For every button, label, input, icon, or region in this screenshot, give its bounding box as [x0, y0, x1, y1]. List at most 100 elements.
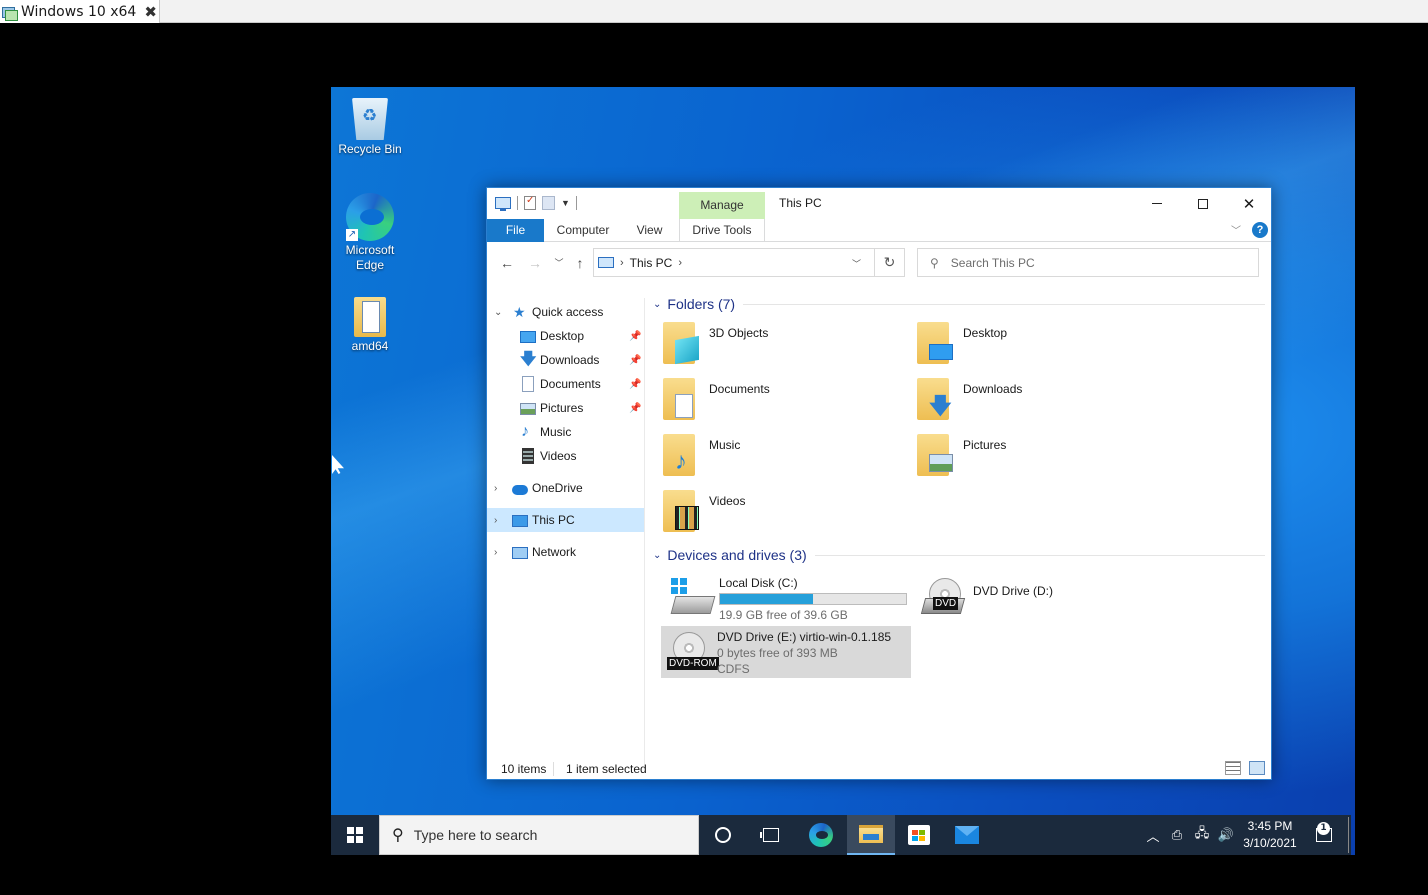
folder-label: Pictures: [963, 438, 1007, 452]
drive-tile-local-disk-c[interactable]: Local Disk (C:) 19.9 GB free of 39.6 GB: [663, 572, 913, 624]
taskbar-store[interactable]: [895, 815, 943, 855]
back-button[interactable]: ←: [497, 253, 517, 273]
sidebar-item-desktop[interactable]: Desktop 📌: [487, 324, 644, 348]
show-hidden-icons-button[interactable]: ︿: [1143, 815, 1163, 855]
taskbar-file-explorer[interactable]: [847, 815, 895, 855]
item-count: 10 items: [501, 762, 547, 776]
folders-group-header[interactable]: ⌄ Folders (7): [653, 294, 1265, 314]
chevron-right-icon[interactable]: ›: [494, 547, 497, 558]
cortana-button[interactable]: [699, 815, 747, 855]
chevron-right-icon[interactable]: ›: [494, 483, 497, 494]
breadcrumb-chevron-icon[interactable]: ›: [678, 257, 682, 269]
large-icons-view-icon[interactable]: [1249, 761, 1265, 775]
search-input[interactable]: ⚲ Search This PC: [917, 248, 1259, 277]
properties-icon[interactable]: [524, 195, 536, 210]
start-button[interactable]: [331, 815, 379, 855]
recent-locations-button[interactable]: ﹀: [549, 253, 569, 273]
chevron-down-icon[interactable]: ⌄: [494, 307, 502, 318]
address-bar[interactable]: › This PC › ﹀ ↻: [593, 248, 905, 277]
close-button[interactable]: ✕: [1226, 188, 1272, 219]
taskbar-search-input[interactable]: ⚲ Type here to search: [379, 815, 699, 855]
title-bar[interactable]: ▼ Manage This PC ✕: [487, 188, 1271, 219]
drive-tile-dvd-e[interactable]: DVD-ROM DVD Drive (E:) virtio-win-0.1.18…: [661, 626, 911, 678]
drive-badge: DVD: [933, 597, 959, 610]
action-center-button[interactable]: 1: [1309, 815, 1339, 855]
divider: [814, 554, 1265, 556]
close-tab-icon[interactable]: ✖: [144, 3, 157, 21]
tab-computer[interactable]: Computer: [547, 219, 619, 242]
tab-drive-tools[interactable]: Drive Tools: [679, 219, 765, 242]
up-button[interactable]: ↑: [570, 253, 590, 273]
sidebar-item-label: Videos: [540, 449, 577, 463]
sidebar-item-music[interactable]: ♪ Music: [487, 420, 644, 444]
network-status-icon[interactable]: 🖧: [1191, 815, 1213, 855]
taskbar-edge[interactable]: [797, 815, 845, 855]
folder-tile-videos[interactable]: Videos: [653, 488, 903, 540]
tab-view[interactable]: View: [627, 219, 672, 242]
sidebar-item-label: Documents: [540, 377, 601, 391]
expand-ribbon-icon[interactable]: ﹀: [1231, 222, 1241, 237]
pin-icon: 📌: [629, 402, 642, 414]
drive-file-system: CDFS: [717, 662, 750, 676]
picture-icon: [929, 454, 953, 472]
chevron-right-icon[interactable]: ›: [494, 515, 497, 526]
sidebar-item-downloads[interactable]: 🡇 Downloads 📌: [487, 348, 644, 372]
sidebar-item-onedrive[interactable]: › OneDrive: [487, 476, 644, 500]
details-view-icon[interactable]: [1225, 761, 1241, 775]
maximize-button[interactable]: [1180, 188, 1226, 219]
sidebar-item-label: Pictures: [540, 401, 584, 415]
sidebar-item-label: Music: [540, 425, 572, 439]
sidebar-item-this-pc[interactable]: › This PC: [487, 508, 644, 532]
desktop-icon-microsoft-edge[interactable]: ↗ Microsoft Edge: [332, 193, 408, 273]
vm-tab[interactable]: Windows 10 x64 ✖: [0, 0, 160, 23]
toolbar-separator: [575, 196, 577, 210]
task-view-icon: [760, 828, 779, 842]
folder-label: Desktop: [963, 326, 1008, 340]
status-bar: 10 items 1 item selected: [487, 759, 1271, 779]
customize-toolbar-icon[interactable]: ▼: [561, 198, 570, 208]
address-history-dropdown-icon[interactable]: ﹀: [852, 257, 861, 270]
folder-tile-documents[interactable]: Documents: [653, 376, 903, 428]
host-tab-bar: Windows 10 x64 ✖: [0, 0, 1428, 23]
taskbar-mail[interactable]: [943, 815, 991, 855]
task-view-button[interactable]: [747, 815, 795, 855]
new-folder-icon[interactable]: [542, 196, 555, 210]
meet-now-icon[interactable]: ⎙: [1167, 815, 1187, 855]
forward-button[interactable]: →: [525, 253, 545, 273]
clock[interactable]: 3:45 PM 3/10/2021: [1239, 818, 1301, 852]
folder-tile-desktop[interactable]: Desktop: [907, 320, 1157, 372]
divider: [743, 303, 1265, 305]
folder-tile-pictures[interactable]: Pictures: [907, 432, 1157, 484]
show-desktop-button[interactable]: [1348, 817, 1349, 853]
folder-icon: [663, 378, 699, 420]
sidebar-item-documents[interactable]: Documents 📌: [487, 372, 644, 396]
drive-free-space: 19.9 GB free of 39.6 GB: [719, 608, 848, 622]
folder-tile-downloads[interactable]: 🡇 Downloads: [907, 376, 1157, 428]
tab-file[interactable]: File: [487, 219, 544, 242]
desktop-icon-recycle-bin[interactable]: Recycle Bin: [332, 95, 408, 157]
refresh-button[interactable]: ↻: [874, 249, 904, 276]
volume-icon[interactable]: 🔊: [1215, 815, 1237, 855]
shortcut-arrow-icon: ↗: [346, 229, 358, 241]
chevron-down-icon[interactable]: ⌄: [653, 550, 661, 561]
capacity-bar-fill: [720, 594, 813, 604]
breadcrumb-chevron-icon[interactable]: ›: [620, 257, 624, 269]
sidebar-item-network[interactable]: › Network: [487, 540, 644, 564]
close-icon: ✕: [1242, 195, 1256, 213]
drive-tile-dvd-d[interactable]: DVD DVD Drive (D:): [917, 572, 1167, 624]
folder-icon: 🡇: [917, 378, 953, 420]
chevron-down-icon[interactable]: ⌄: [653, 299, 661, 310]
folder-label: 3D Objects: [709, 326, 769, 340]
drives-group-header[interactable]: ⌄ Devices and drives (3): [653, 545, 1265, 565]
help-button[interactable]: ?: [1252, 222, 1268, 238]
sidebar-item-quick-access[interactable]: ⌄ ★ Quick access: [487, 300, 644, 324]
desktop-icon-amd64[interactable]: amd64: [332, 293, 408, 354]
hard-drive-icon: [669, 576, 716, 620]
sidebar-item-pictures[interactable]: Pictures 📌: [487, 396, 644, 420]
minimize-button[interactable]: [1134, 188, 1180, 219]
folder-tile-3d-objects[interactable]: 3D Objects: [653, 320, 903, 372]
sidebar-item-videos[interactable]: Videos: [487, 444, 644, 468]
breadcrumb-this-pc[interactable]: This PC: [630, 256, 673, 270]
folder-tile-music[interactable]: ♪ Music: [653, 432, 903, 484]
cube-icon: [675, 335, 699, 365]
